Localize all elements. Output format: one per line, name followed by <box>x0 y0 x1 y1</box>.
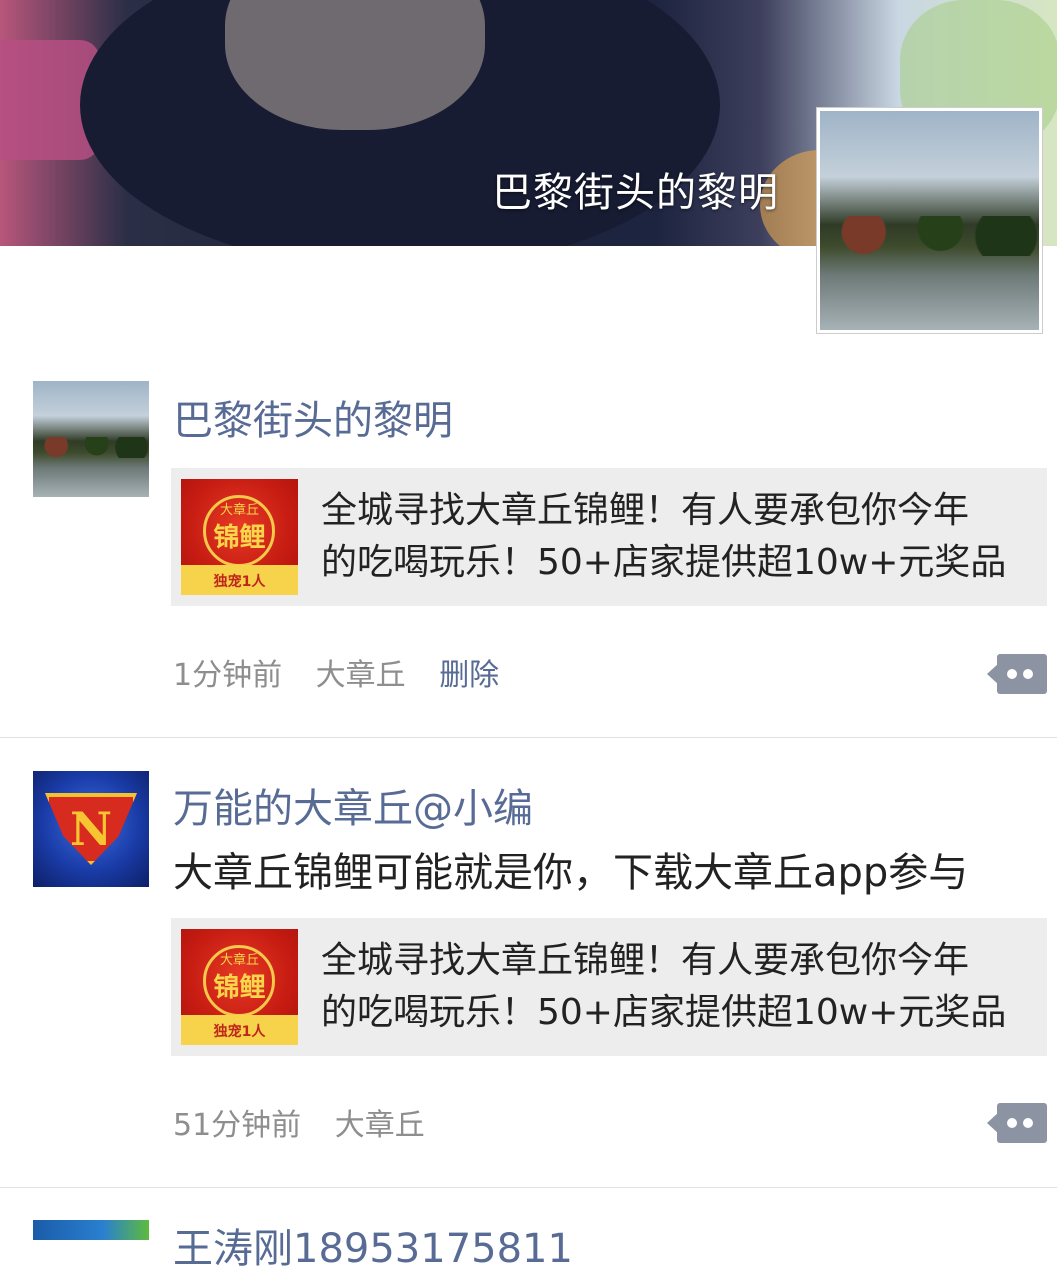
post-avatar[interactable] <box>33 381 149 497</box>
post-avatar[interactable] <box>33 1220 149 1240</box>
post-meta: 51分钟前 大章丘 <box>173 1100 449 1144</box>
superman-logo-icon: N <box>45 793 137 865</box>
link-card[interactable]: 大章丘 锦鲤 独宠1人 全城寻找大章丘锦鲤！有人要承包你今年 的吃喝玩乐！50+… <box>171 918 1047 1056</box>
post-divider <box>0 737 1057 738</box>
post-time: 1分钟前 <box>173 658 283 693</box>
link-title-line2: 的吃喝玩乐！50+店家提供超10w+元奖品 <box>321 992 1007 1033</box>
post-location[interactable]: 大章丘 <box>316 658 406 693</box>
post-meta: 1分钟前 大章丘 删除 <box>173 650 523 694</box>
post-author[interactable]: 王涛刚18953175811 <box>173 1216 573 1274</box>
thumb-top-text: 大章丘 <box>219 953 259 968</box>
post-time: 51分钟前 <box>173 1108 302 1143</box>
comment-more-button[interactable] <box>987 1103 1047 1143</box>
link-title: 全城寻找大章丘锦鲤！有人要承包你今年 的吃喝玩乐！50+店家提供超10w+元奖品 <box>321 485 1033 589</box>
link-title-line1: 全城寻找大章丘锦鲤！有人要承包你今年 <box>321 490 970 531</box>
thumb-top-text: 大章丘 <box>219 503 259 518</box>
link-thumbnail: 大章丘 锦鲤 独宠1人 <box>181 929 298 1045</box>
link-title: 全城寻找大章丘锦鲤！有人要承包你今年 的吃喝玩乐！50+店家提供超10w+元奖品 <box>321 935 1033 1039</box>
link-title-line1: 全城寻找大章丘锦鲤！有人要承包你今年 <box>321 940 970 981</box>
post-divider <box>0 1187 1057 1188</box>
thumb-main-text: 锦鲤 <box>213 973 266 1003</box>
delete-link[interactable]: 删除 <box>439 658 499 693</box>
post-author[interactable]: 巴黎街头的黎明 <box>173 388 453 446</box>
cover-owner-name: 巴黎街头的黎明 <box>492 170 779 216</box>
thumb-bottom-text: 独宠1人 <box>213 1024 266 1040</box>
thumb-bottom-text: 独宠1人 <box>213 574 266 590</box>
link-card[interactable]: 大章丘 锦鲤 独宠1人 全城寻找大章丘锦鲤！有人要承包你今年 的吃喝玩乐！50+… <box>171 468 1047 606</box>
link-thumbnail: 大章丘 锦鲤 独宠1人 <box>181 479 298 595</box>
comment-more-button[interactable] <box>987 654 1047 694</box>
link-title-line2: 的吃喝玩乐！50+店家提供超10w+元奖品 <box>321 542 1007 583</box>
post-location[interactable]: 大章丘 <box>335 1108 425 1143</box>
post-author[interactable]: 万能的大章丘@小编 <box>173 776 533 834</box>
post-text: 大章丘锦鲤可能就是你，下载大章丘app参与 <box>173 850 969 896</box>
profile-avatar[interactable] <box>816 107 1043 334</box>
thumb-main-text: 锦鲤 <box>213 523 266 553</box>
post-avatar[interactable]: N <box>33 771 149 887</box>
